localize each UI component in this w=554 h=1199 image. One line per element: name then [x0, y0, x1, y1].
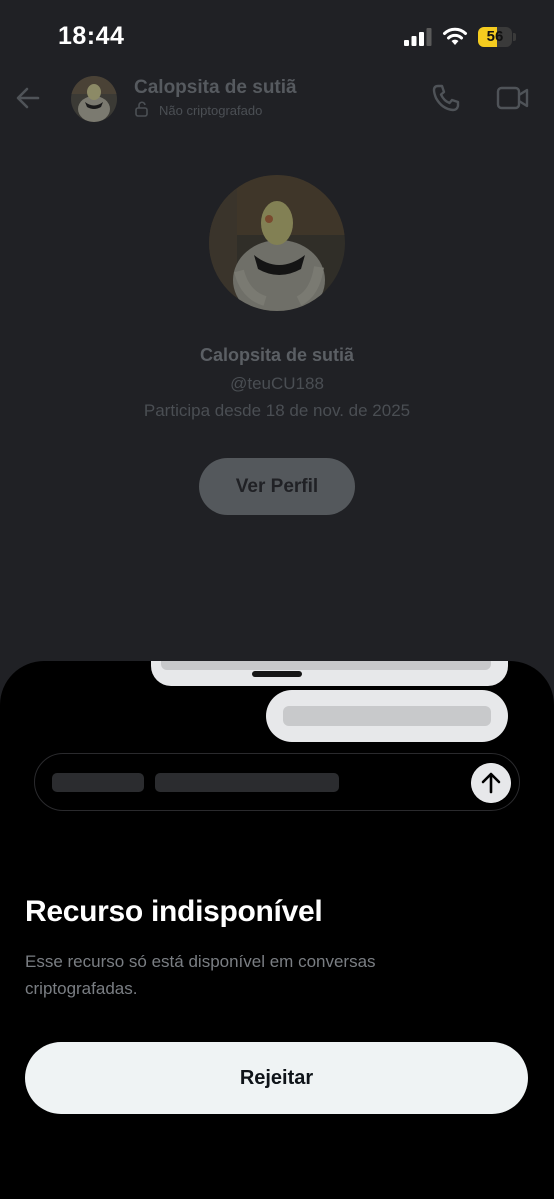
battery-icon: 56 [478, 27, 516, 47]
sheet-title: Recurso indisponível [25, 895, 323, 928]
wifi-icon [443, 27, 467, 45]
profile-avatar[interactable] [209, 175, 345, 311]
unavailable-feature-sheet: Recurso indisponível Esse recurso só est… [0, 661, 554, 1199]
phone-icon[interactable] [430, 82, 462, 114]
video-camera-icon[interactable] [496, 84, 530, 112]
status-bar: 18:44 56 [0, 0, 554, 74]
profile-name: Calopsita de sutiã [199, 345, 355, 365]
battery-level: 56 [486, 28, 504, 45]
illustration-message-input [34, 753, 520, 811]
chat-header: Calopsita de sutiã Não criptografado [0, 74, 554, 126]
status-time: 18:44 [58, 22, 125, 50]
profile-handle: @teuCU188 [230, 374, 324, 393]
sheet-description: Esse recurso só está disponível em conve… [25, 952, 376, 998]
illustration-message-bubble [151, 661, 508, 686]
arrow-up-icon [471, 763, 511, 803]
reject-button[interactable]: Rejeitar [25, 1042, 528, 1114]
illustration-message-bubble [266, 690, 508, 742]
encryption-status: Não criptografado [159, 103, 263, 118]
cellular-signal-icon [404, 28, 432, 46]
unlocked-padlock-icon [135, 101, 148, 117]
view-profile-button[interactable]: Ver Perfil [199, 458, 355, 515]
header-avatar[interactable] [71, 76, 117, 122]
back-arrow-icon[interactable] [14, 84, 42, 112]
profile-joined-date: Participa desde 18 de nov. de 2025 [143, 401, 411, 420]
header-contact-name[interactable]: Calopsita de sutiã [134, 77, 297, 99]
